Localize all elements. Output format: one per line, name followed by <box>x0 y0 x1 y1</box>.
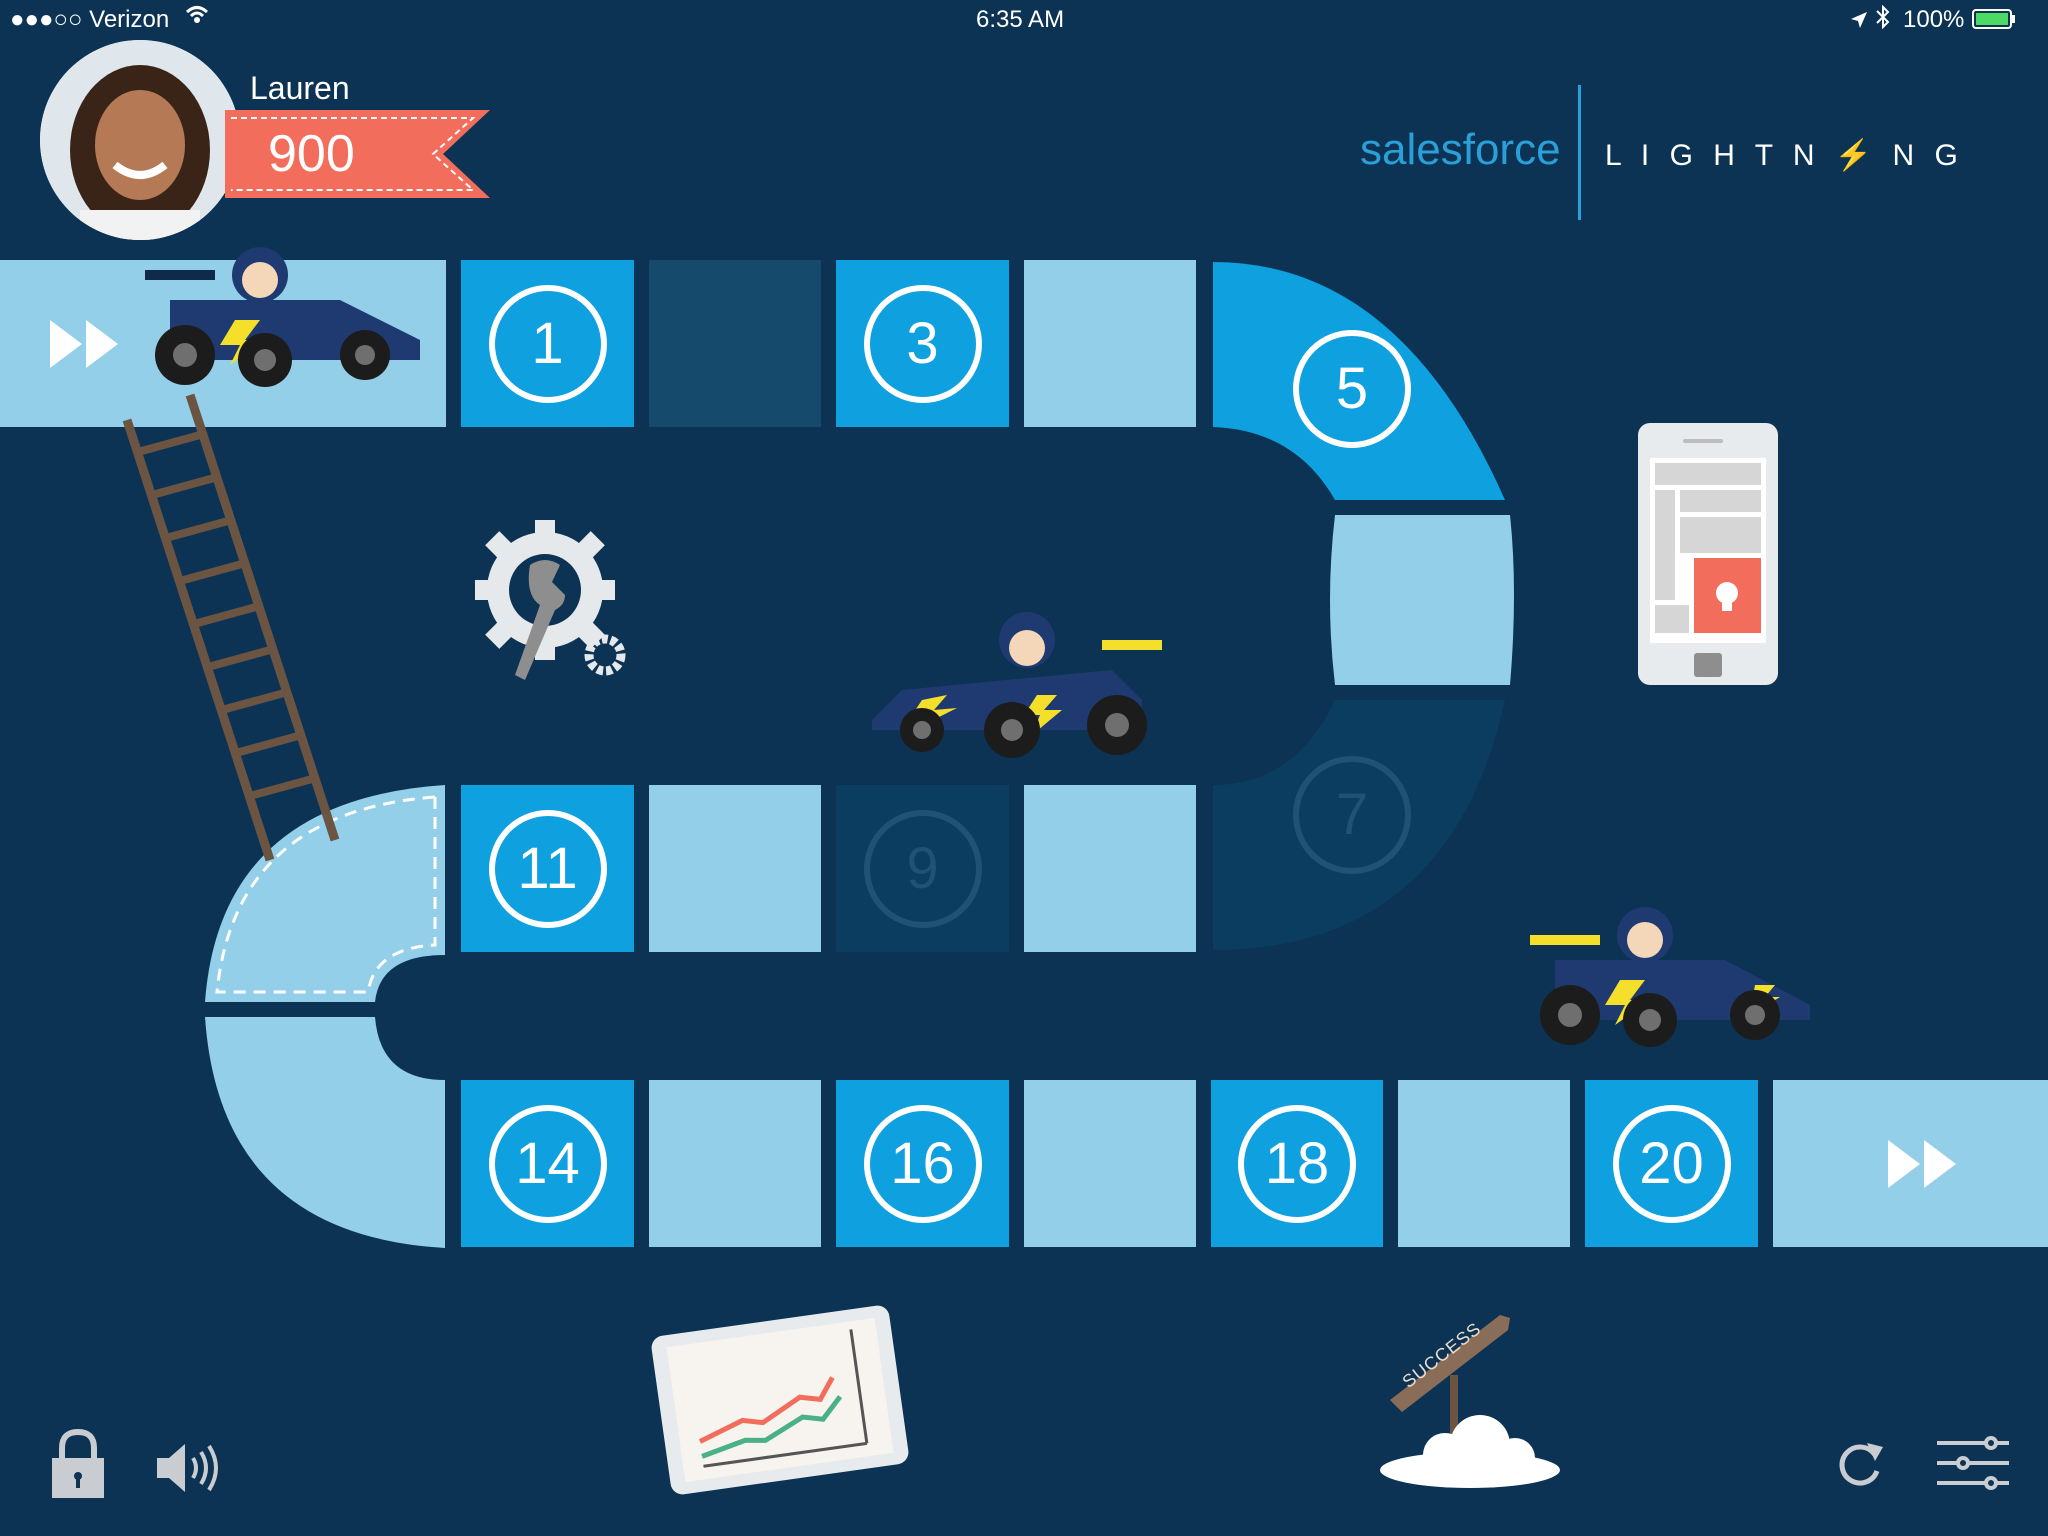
carrier-label: ●●●○○ Verizon <box>10 6 170 33</box>
tile-number: 14 <box>488 1104 607 1223</box>
tile-5[interactable]: 5 <box>1293 330 1411 448</box>
salesforce-logo-text: salesforce <box>1360 125 1561 174</box>
lightning-logo-text: L I G H T N ⚡ N G <box>1605 139 1964 172</box>
tile-18[interactable]: 18 <box>1211 1080 1383 1247</box>
tile-number: 20 <box>1612 1104 1731 1223</box>
tile-1[interactable]: 1 <box>461 260 634 427</box>
fast-forward-icon <box>1888 1140 1960 1193</box>
tile-number: 3 <box>863 284 982 403</box>
clock-label: 6:35 AM <box>976 6 1065 33</box>
tile-19[interactable] <box>1398 1080 1570 1247</box>
tile-14[interactable]: 14 <box>461 1080 634 1247</box>
battery-icon <box>1972 8 2016 36</box>
player-avatar[interactable] <box>40 40 240 240</box>
settings-sliders-icon[interactable] <box>1935 1435 2011 1496</box>
race-car-opponent <box>1525 900 1815 1055</box>
tile-10[interactable] <box>649 785 821 952</box>
player-score: 900 <box>268 125 355 183</box>
tile-number: 18 <box>1238 1104 1356 1223</box>
tile-number: 11 <box>488 809 607 928</box>
phone-icon <box>1638 423 1778 690</box>
tile-3[interactable]: 3 <box>836 260 1009 427</box>
battery-label: 100% <box>1903 6 1965 33</box>
wifi-icon <box>185 4 209 33</box>
tile-number: 7 <box>1293 756 1411 874</box>
tile-number: 5 <box>1293 330 1411 448</box>
tile-7[interactable]: 7 <box>1293 756 1411 874</box>
player-name: Lauren <box>250 70 350 106</box>
tile-4[interactable] <box>1024 260 1196 427</box>
brand-divider <box>1578 85 1581 220</box>
finish-tile[interactable] <box>1773 1080 2048 1247</box>
chart-tablet-icon <box>650 1300 910 1505</box>
tile-9[interactable]: 9 <box>836 785 1009 952</box>
speaker-icon[interactable] <box>155 1440 225 1501</box>
fast-forward-icon <box>50 320 122 373</box>
tile-number: 1 <box>488 284 607 403</box>
tile-15[interactable] <box>649 1080 821 1247</box>
tile-number: 16 <box>863 1104 982 1223</box>
ladder-shortcut <box>122 393 340 862</box>
tile-17[interactable] <box>1024 1080 1196 1247</box>
lock-icon[interactable] <box>50 1428 106 1505</box>
tile-11[interactable]: 11 <box>461 785 634 952</box>
race-car-opponent <box>862 610 1162 765</box>
location-icon <box>1850 8 1868 36</box>
refresh-icon[interactable] <box>1835 1435 1885 1496</box>
tile-number: 9 <box>863 809 982 928</box>
status-bar: ●●●○○ Verizon 6:35 AM 100% <box>0 0 2048 40</box>
tile-6[interactable] <box>1340 520 1500 680</box>
race-car-player <box>140 240 430 395</box>
gear-wrench-icon <box>470 510 640 695</box>
bluetooth-icon <box>1875 4 1891 36</box>
tile-8[interactable] <box>1024 785 1196 952</box>
score-ribbon <box>225 110 490 198</box>
tile-16[interactable]: 16 <box>836 1080 1009 1247</box>
tile-2[interactable] <box>649 260 821 427</box>
tile-20[interactable]: 20 <box>1585 1080 1758 1247</box>
